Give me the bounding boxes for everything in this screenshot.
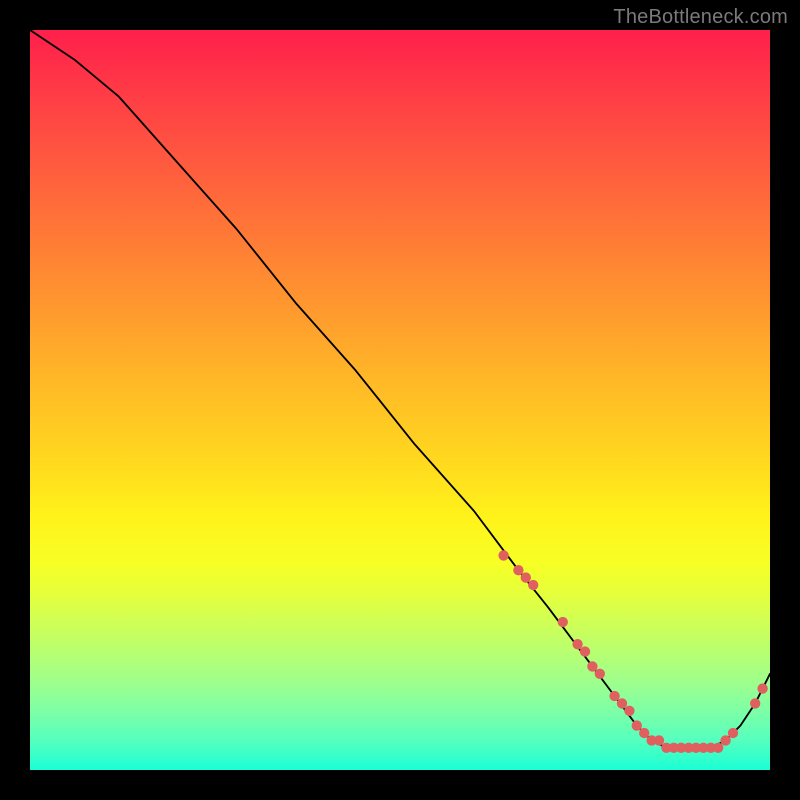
background-gradient: [30, 30, 770, 770]
chart-stage: TheBottleneck.com: [0, 0, 800, 800]
watermark-text: TheBottleneck.com: [613, 6, 788, 29]
plot-area: [30, 30, 770, 770]
